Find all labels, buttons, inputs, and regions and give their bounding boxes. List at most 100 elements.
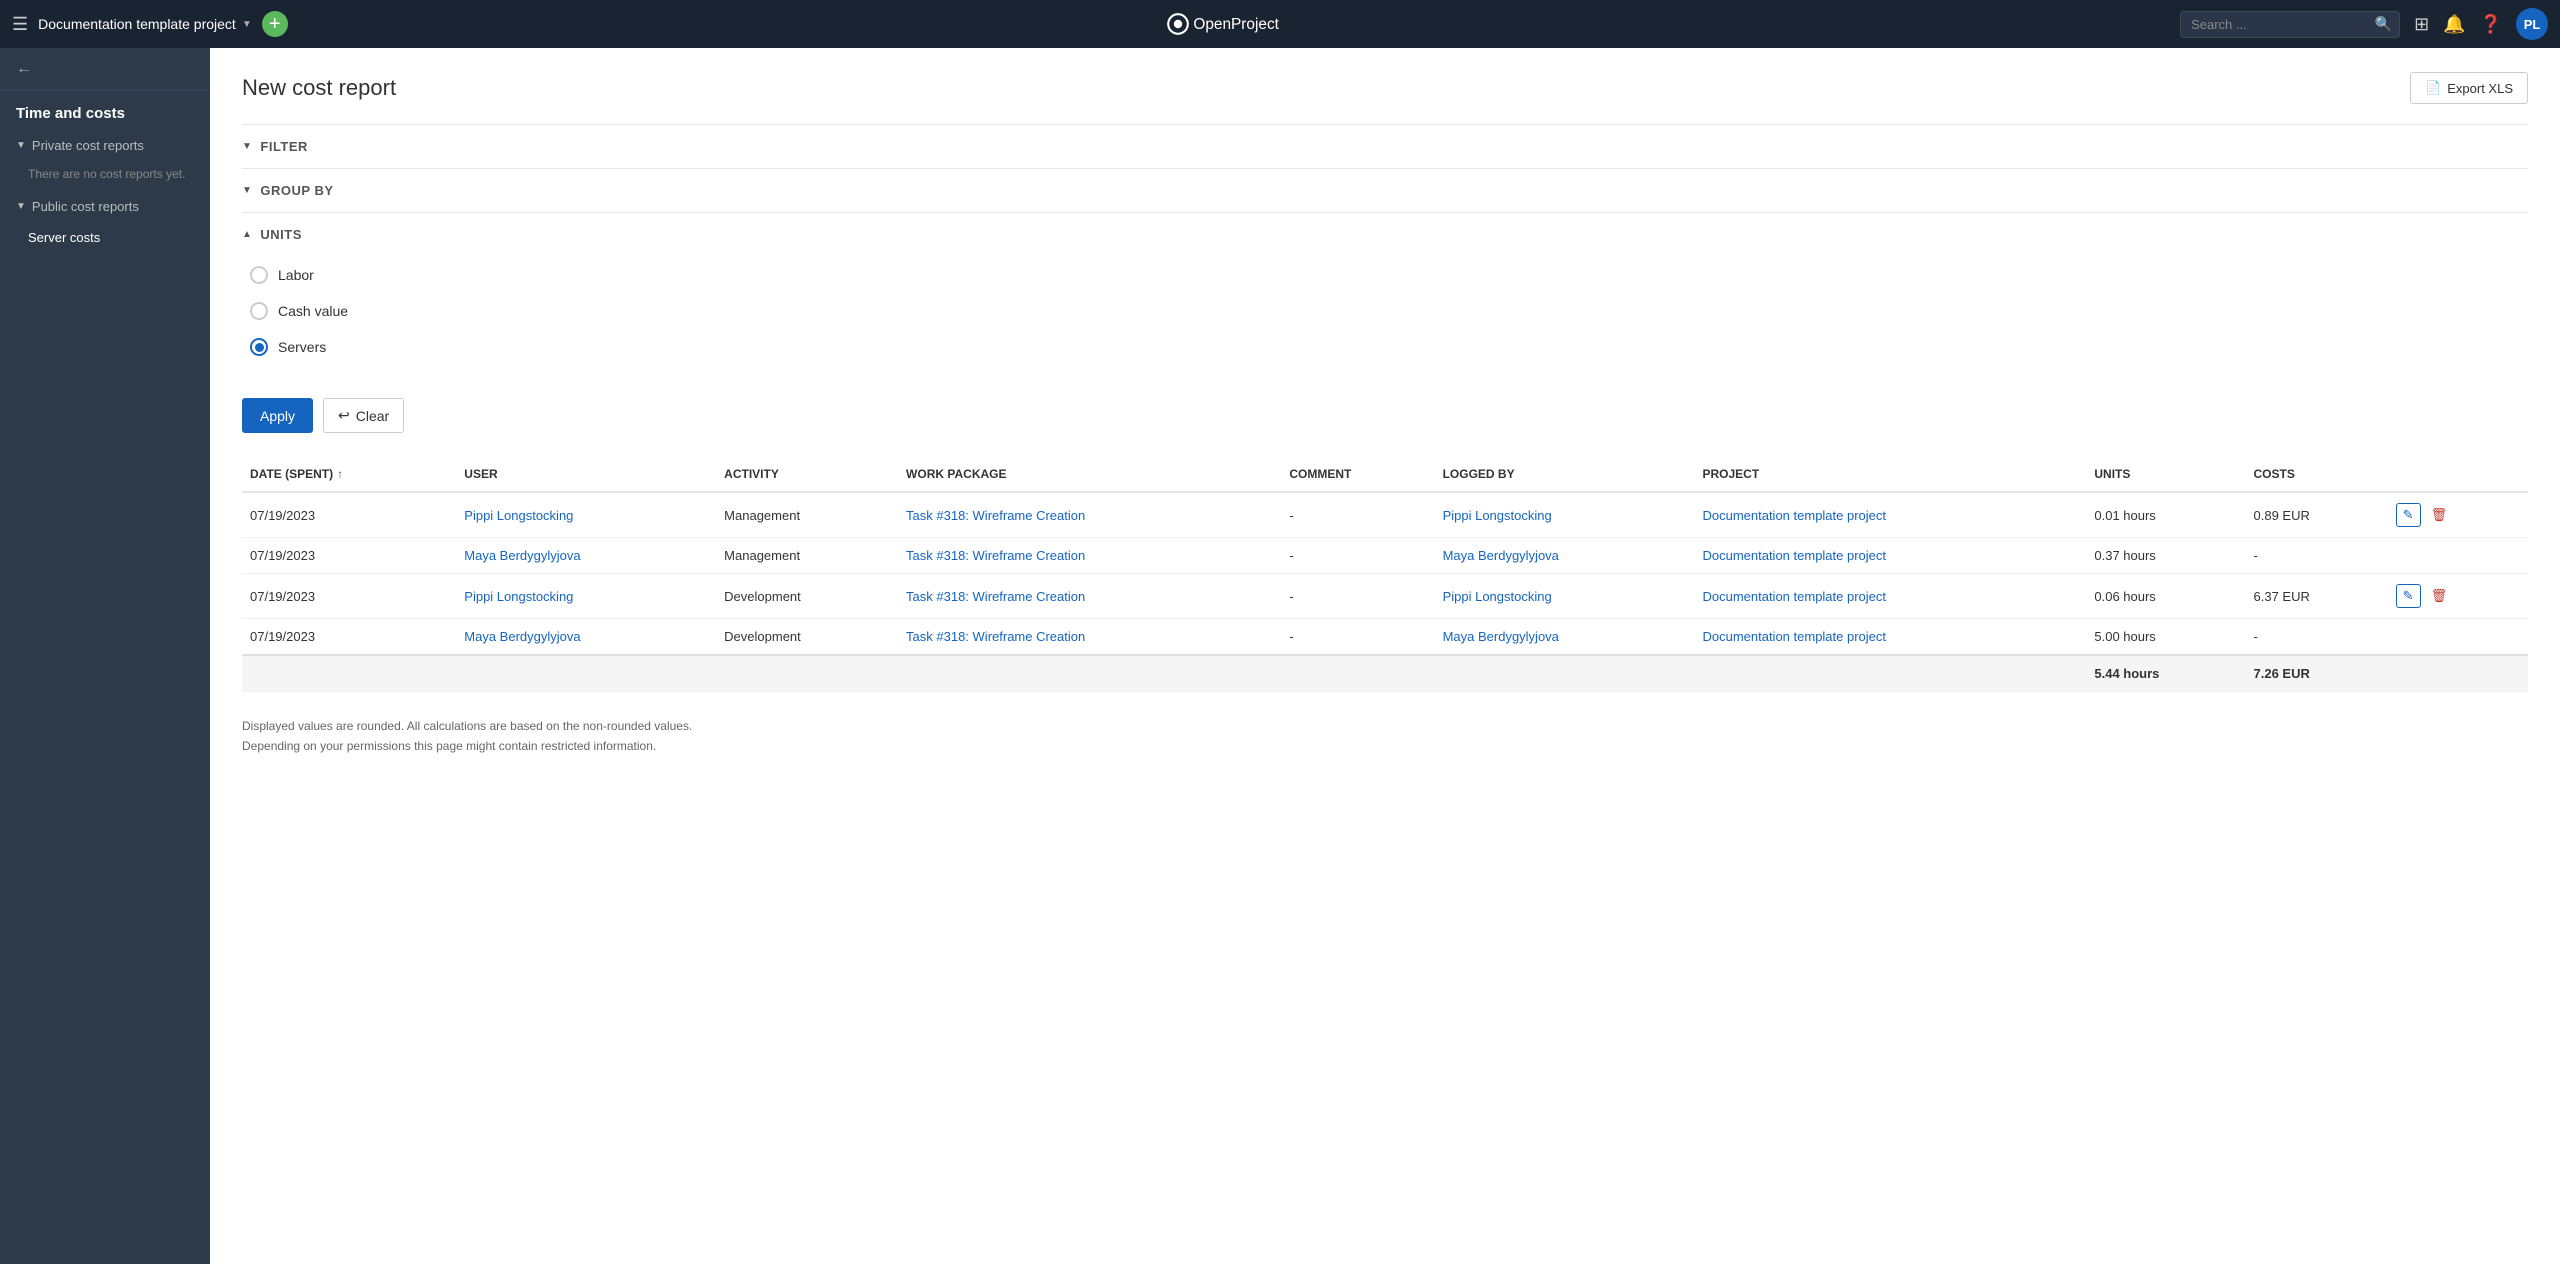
public-reports-group[interactable]: ▼ Public cost reports	[0, 191, 210, 222]
main-layout: ← Time and costs ▼ Private cost reports …	[0, 48, 2560, 1264]
unit-option-labor[interactable]: Labor	[250, 266, 2528, 284]
cell-work_package: Task #318: Wireframe Creation	[898, 574, 1281, 619]
col-work_package: WORK PACKAGE	[898, 457, 1281, 492]
radio-circle-servers	[250, 338, 268, 356]
cell-actions: ✎🗑	[2388, 574, 2528, 619]
delete-row-button[interactable]: 🗑	[2427, 504, 2452, 526]
group-by-section-header[interactable]: ▼ GROUP BY	[242, 169, 2528, 212]
filter-section-header[interactable]: ▼ FILTER	[242, 125, 2528, 168]
footer-note: Displayed values are rounded. All calcul…	[242, 716, 2528, 757]
cell-costs: -	[2246, 619, 2388, 656]
search-input[interactable]	[2180, 11, 2400, 38]
notifications-icon[interactable]: 🔔	[2443, 14, 2465, 35]
cell-user: Maya Berdygylyjova	[456, 538, 716, 574]
grid-apps-icon[interactable]: ⊞	[2414, 14, 2429, 35]
link-logged_by[interactable]: Maya Berdygylyjova	[1443, 548, 1559, 563]
action-buttons-row: Apply ↩ Clear	[242, 398, 2528, 433]
hamburger-menu-icon[interactable]: ☰	[12, 14, 28, 35]
project-selector[interactable]: Documentation template project ▼	[38, 16, 252, 32]
add-project-button[interactable]: +	[262, 11, 288, 37]
filter-label: FILTER	[260, 139, 308, 154]
group-by-label: GROUP BY	[260, 183, 333, 198]
cell-project: Documentation template project	[1694, 574, 2086, 619]
edit-row-button[interactable]: ✎	[2396, 503, 2421, 527]
link-work_package[interactable]: Task #318: Wireframe Creation	[906, 548, 1085, 563]
cell-project: Documentation template project	[1694, 619, 2086, 656]
cell-comment: -	[1281, 574, 1434, 619]
col-activity: ACTIVITY	[716, 457, 898, 492]
link-work_package[interactable]: Task #318: Wireframe Creation	[906, 629, 1085, 644]
link-logged_by[interactable]: Pippi Longstocking	[1443, 508, 1552, 523]
link-project[interactable]: Documentation template project	[1702, 508, 1886, 523]
edit-row-button[interactable]: ✎	[2396, 584, 2421, 608]
report-table: DATE (SPENT)↑USERACTIVITYWORK PACKAGECOM…	[242, 457, 2528, 692]
page-title: New cost report	[242, 75, 396, 101]
cell-date: 07/19/2023	[242, 619, 456, 656]
link-work_package[interactable]: Task #318: Wireframe Creation	[906, 508, 1085, 523]
link-user[interactable]: Pippi Longstocking	[464, 589, 573, 604]
user-avatar[interactable]: PL	[2516, 8, 2548, 40]
radio-circle-labor	[250, 266, 268, 284]
public-reports-label: Public cost reports	[32, 199, 139, 214]
no-private-reports-text: There are no cost reports yet.	[0, 161, 210, 191]
unit-option-cash_value[interactable]: Cash value	[250, 302, 2528, 320]
private-reports-group[interactable]: ▼ Private cost reports	[0, 130, 210, 161]
top-navigation: ☰ Documentation template project ▼ + Ope…	[0, 0, 2560, 48]
cell-units: 0.06 hours	[2086, 574, 2245, 619]
cell-logged_by: Pippi Longstocking	[1435, 492, 1695, 538]
table-row: 07/19/2023 Maya Berdygylyjova Management Ta…	[242, 538, 2528, 574]
cell-logged_by: Maya Berdygylyjova	[1435, 619, 1695, 656]
cell-activity: Development	[716, 619, 898, 656]
delete-row-button[interactable]: 🗑	[2427, 585, 2452, 607]
cell-activity: Management	[716, 492, 898, 538]
radio-circle-cash_value	[250, 302, 268, 320]
total-costs: 7.26 EUR	[2246, 655, 2388, 692]
sidebar: ← Time and costs ▼ Private cost reports …	[0, 48, 210, 1264]
link-project[interactable]: Documentation template project	[1702, 629, 1886, 644]
col-actions	[2388, 457, 2528, 492]
cell-activity: Management	[716, 538, 898, 574]
cell-actions: ✎🗑	[2388, 492, 2528, 538]
units-options: Labor Cash value Servers	[242, 256, 2528, 390]
help-icon[interactable]: ❓	[2480, 14, 2502, 35]
footer-note-line1: Displayed values are rounded. All calcul…	[242, 716, 2528, 736]
cell-work_package: Task #318: Wireframe Creation	[898, 538, 1281, 574]
sidebar-item-server-costs[interactable]: Server costs	[0, 222, 210, 253]
link-project[interactable]: Documentation template project	[1702, 548, 1886, 563]
sort-arrow-icon: ↑	[337, 467, 343, 481]
col-date[interactable]: DATE (SPENT)↑	[242, 457, 456, 492]
apply-button[interactable]: Apply	[242, 398, 313, 433]
cell-logged_by: Pippi Longstocking	[1435, 574, 1695, 619]
col-user: USER	[456, 457, 716, 492]
private-reports-label: Private cost reports	[32, 138, 144, 153]
link-user[interactable]: Maya Berdygylyjova	[464, 548, 580, 563]
clear-label: Clear	[356, 408, 389, 424]
project-name: Documentation template project	[38, 16, 236, 32]
group-by-caret-icon: ▼	[242, 185, 252, 196]
link-project[interactable]: Documentation template project	[1702, 589, 1886, 604]
cell-units: 0.37 hours	[2086, 538, 2245, 574]
sidebar-back-button[interactable]: ←	[0, 48, 210, 91]
link-user[interactable]: Pippi Longstocking	[464, 508, 573, 523]
cell-user: Pippi Longstocking	[456, 492, 716, 538]
table-row: 07/19/2023Pippi LongstockingDevelopmentT…	[242, 574, 2528, 619]
units-section-header[interactable]: ▲ UNITS	[242, 213, 2528, 256]
link-work_package[interactable]: Task #318: Wireframe Creation	[906, 589, 1085, 604]
action-icons-group: ✎🗑	[2396, 584, 2520, 608]
link-logged_by[interactable]: Maya Berdygylyjova	[1443, 629, 1559, 644]
clear-button[interactable]: ↩ Clear	[323, 398, 404, 433]
cell-costs: -	[2246, 538, 2388, 574]
public-reports-caret-icon: ▼	[16, 201, 26, 212]
cell-costs: 0.89 EUR	[2246, 492, 2388, 538]
totals-row: 5.44 hours7.26 EUR	[242, 655, 2528, 692]
unit-option-servers[interactable]: Servers	[250, 338, 2528, 356]
link-logged_by[interactable]: Pippi Longstocking	[1443, 589, 1552, 604]
cell-date: 07/19/2023	[242, 538, 456, 574]
export-xls-button[interactable]: 📄 Export XLS	[2410, 72, 2528, 104]
table-row: 07/19/2023 Maya Berdygylyjova Development T…	[242, 619, 2528, 656]
group-by-section: ▼ GROUP BY	[242, 168, 2528, 212]
cell-units: 0.01 hours	[2086, 492, 2245, 538]
col-comment: COMMENT	[1281, 457, 1434, 492]
private-reports-caret-icon: ▼	[16, 140, 26, 151]
link-user[interactable]: Maya Berdygylyjova	[464, 629, 580, 644]
